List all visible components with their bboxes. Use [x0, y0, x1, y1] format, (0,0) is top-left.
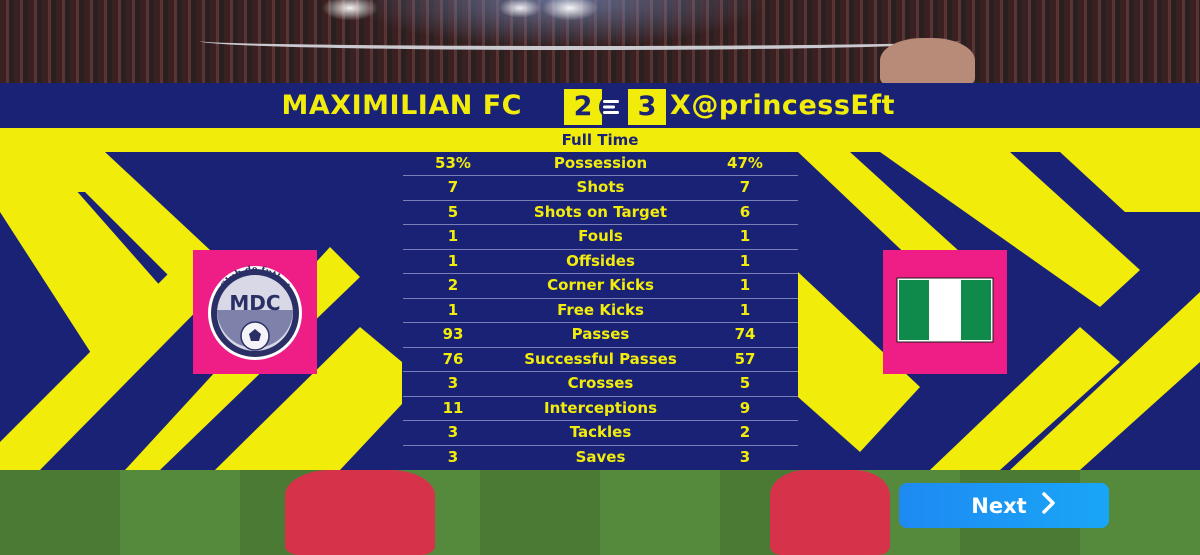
stat-home-value: 76 [442, 349, 464, 368]
player-background-center [770, 470, 890, 555]
player-background-left [285, 470, 435, 555]
stat-home-value: 53% [435, 154, 471, 172]
stat-away-value: 1 [739, 227, 751, 246]
stat-row: 53% Possession 47% [403, 152, 798, 177]
stat-away-value: 1 [739, 300, 751, 319]
away-score: 3 [628, 89, 666, 125]
away-team-name: X@princessEft [670, 90, 895, 121]
stat-row: 5 Shots on Target 6 [403, 201, 798, 226]
stat-row: 1 Free Kicks 1 [403, 299, 798, 324]
stat-label: Shots [576, 178, 625, 197]
stat-row: 11 Interceptions 9 [403, 397, 798, 422]
next-button[interactable]: Next [899, 483, 1109, 528]
stat-away-value: 2 [739, 423, 751, 442]
chevron-right-icon [1041, 491, 1057, 520]
stat-label: Corner Kicks [547, 276, 654, 295]
stat-away-value: 1 [739, 276, 751, 295]
stat-home-value: 3 [447, 374, 459, 393]
stat-row: 3 Tackles 2 [403, 421, 798, 446]
stat-row: 3 Saves 3 [403, 446, 798, 470]
stat-away-value: 74 [734, 325, 756, 344]
stat-home-value: 93 [442, 325, 464, 344]
efootball-logo-icon [596, 89, 626, 125]
stat-home-value: 1 [447, 227, 459, 246]
stat-row: 1 Fouls 1 [403, 225, 798, 250]
stat-label: Passes [571, 325, 630, 344]
stat-home-value: 1 [447, 300, 459, 319]
stat-home-value: 5 [447, 202, 459, 221]
home-badge-initials: MDC [229, 291, 280, 315]
home-team-name: MAXIMILIAN FC [281, 90, 522, 121]
stat-away-value: 57 [734, 349, 756, 368]
stat-away-value: 9 [739, 398, 751, 417]
stat-away-value: 47% [727, 154, 763, 172]
stat-away-value: 7 [739, 178, 751, 197]
stat-row: 1 Offsides 1 [403, 250, 798, 275]
stat-label: Saves [575, 447, 626, 466]
stat-label: Successful Passes [524, 349, 677, 368]
stat-home-value: 1 [447, 251, 459, 270]
stat-home-value: 3 [447, 447, 459, 466]
match-status: Full Time [561, 131, 639, 149]
stat-label: Interceptions [543, 398, 658, 417]
stat-away-value: 1 [739, 251, 751, 270]
stat-away-value: 6 [739, 202, 751, 221]
stat-label: Crosses [567, 374, 634, 393]
nigeria-flag-icon [896, 277, 994, 343]
stat-away-value: 3 [739, 447, 751, 466]
stat-home-value: 7 [447, 178, 459, 197]
stat-label: Free Kicks [557, 300, 644, 319]
stat-home-value: 11 [442, 398, 464, 417]
stat-away-value: 5 [739, 374, 751, 393]
next-button-label: Next [971, 493, 1027, 518]
stat-home-value: 2 [447, 276, 459, 295]
stat-row: 76 Successful Passes 57 [403, 348, 798, 373]
stat-home-value: 3 [447, 423, 459, 442]
stat-row: 93 Passes 74 [403, 323, 798, 348]
stat-label: Offsides [566, 251, 635, 270]
stat-row: 3 Crosses 5 [403, 372, 798, 397]
player-background-right [880, 38, 975, 88]
stat-label: Shots on Target [533, 202, 668, 221]
stat-label: Fouls [578, 227, 623, 246]
stat-row: 7 Shots 7 [403, 176, 798, 201]
stat-label: Tackles [569, 423, 632, 442]
home-team-badge: Club de futbol MDC [193, 250, 317, 374]
away-team-badge [883, 250, 1007, 374]
stadium-roof-rim [200, 32, 960, 50]
stat-label: Possession [553, 154, 648, 172]
stat-row: 2 Corner Kicks 1 [403, 274, 798, 299]
match-stats-table: 53% Possession 47% 7 Shots 7 5 Shots on Target 6… [403, 152, 798, 470]
